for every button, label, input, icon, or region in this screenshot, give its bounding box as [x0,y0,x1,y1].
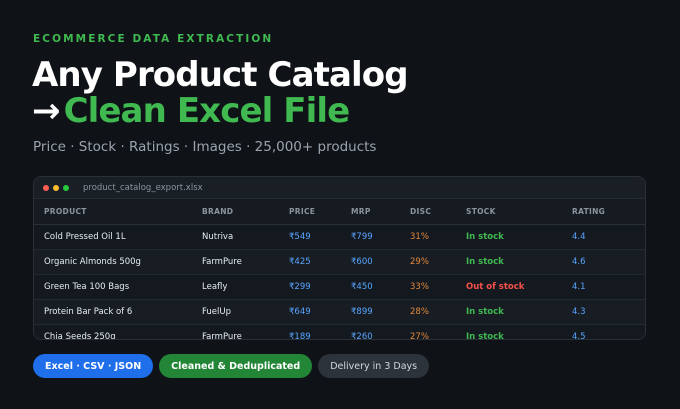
headline-line-2: → Clean Excel File [32,91,351,131]
arrow-right-icon: → [32,91,60,131]
cell-rating: 4.1 [572,274,645,300]
cell-mrp: ₹450 [351,274,410,300]
cell-product: Green Tea 100 Bags [34,274,202,300]
minimize-window-icon[interactable] [53,184,59,191]
cell-brand: FuelUp [202,299,289,325]
cell-disc: 33% [410,274,466,300]
cell-stock: In stock [466,299,572,325]
eyebrow-label: ECOMMERCE DATA EXTRACTION [33,33,274,45]
close-window-icon[interactable] [43,184,49,191]
subtitle: Price · Stock · Ratings · Images · 25,00… [33,139,377,155]
cell-price: ₹649 [289,299,351,325]
badge-formats: Excel · CSV · JSON [33,354,154,378]
spreadsheet-window: product_catalog_export.xlsx PRODUCT BRAN… [33,176,646,340]
cell-mrp: ₹260 [351,324,410,339]
maximize-window-icon[interactable] [63,184,69,191]
cell-rating: 4.5 [572,324,645,339]
table-row[interactable]: Green Tea 100 Bags Leafly ₹299 ₹450 33% … [34,274,645,300]
cell-stock: Out of stock [466,274,572,300]
column-header-rating[interactable]: RATING [572,199,645,225]
cell-product: Chia Seeds 250g [34,324,202,339]
cell-rating: 4.6 [572,249,645,275]
column-header-product[interactable]: PRODUCT [34,199,202,225]
column-header-mrp[interactable]: MRP [351,199,410,225]
cell-price: ₹549 [289,224,351,250]
cell-price: ₹425 [289,249,351,275]
column-header-disc[interactable]: DISC [410,199,466,225]
table-row[interactable]: Protein Bar Pack of 6 FuelUp ₹649 ₹899 2… [34,299,645,325]
cell-price: ₹299 [289,274,351,300]
cell-mrp: ₹600 [351,249,410,275]
cell-rating: 4.3 [572,299,645,325]
cell-brand: FarmPure [202,324,289,339]
cell-mrp: ₹899 [351,299,410,325]
badge-cleaned: Cleaned & Deduplicated [159,354,313,378]
column-header-price[interactable]: PRICE [289,199,351,225]
product-table: PRODUCT BRAND PRICE MRP DISC STOCK RATIN… [34,199,645,339]
table-row[interactable]: Organic Almonds 500g FarmPure ₹425 ₹600 … [34,249,645,275]
cell-price: ₹189 [289,324,351,339]
cell-disc: 27% [410,324,466,339]
badge-delivery: Delivery in 3 Days [318,354,430,378]
headline-line-2-text: Clean Excel File [63,91,351,131]
headline-line-1: Any Product Catalog [32,55,409,95]
column-header-brand[interactable]: BRAND [202,199,289,225]
table-header-row: PRODUCT BRAND PRICE MRP DISC STOCK RATIN… [34,199,645,225]
cell-product: Organic Almonds 500g [34,249,202,275]
cell-stock: In stock [466,249,572,275]
column-header-stock[interactable]: STOCK [466,199,572,225]
feature-badges: Excel · CSV · JSON Cleaned & Deduplicate… [33,354,430,378]
cell-brand: FarmPure [202,249,289,275]
table-row[interactable]: Chia Seeds 250g FarmPure ₹189 ₹260 27% I… [34,324,645,339]
cell-stock: In stock [466,324,572,339]
cell-brand: Nutriva [202,224,289,250]
cell-product: Protein Bar Pack of 6 [34,299,202,325]
cell-disc: 31% [410,224,466,250]
cell-product: Cold Pressed Oil 1L [34,224,202,250]
cell-rating: 4.4 [572,224,645,250]
cell-disc: 29% [410,249,466,275]
cell-disc: 28% [410,299,466,325]
window-titlebar: product_catalog_export.xlsx [34,177,645,199]
table-row[interactable]: Cold Pressed Oil 1L Nutriva ₹549 ₹799 31… [34,224,645,250]
cell-mrp: ₹799 [351,224,410,250]
window-filename: product_catalog_export.xlsx [83,182,203,193]
cell-brand: Leafly [202,274,289,300]
cell-stock: In stock [466,224,572,250]
